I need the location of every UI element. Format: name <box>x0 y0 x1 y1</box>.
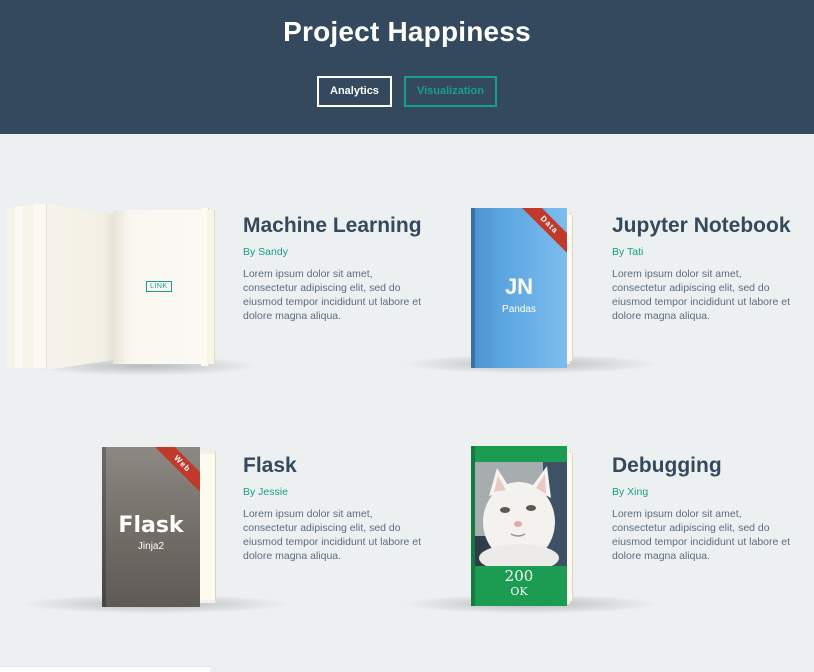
card-title[interactable]: Jupyter Notebook <box>612 214 792 238</box>
bottom-panel-edge <box>0 666 210 672</box>
project-card: Jupyter Notebook By Tati Lorem ipsum dol… <box>369 200 791 380</box>
project-card: Flask By Jessie Lorem ipsum dolor sit am… <box>0 440 421 620</box>
filter-analytics-button[interactable]: Analytics <box>317 76 392 107</box>
card-description: Lorem ipsum dolor sit amet, consectetur … <box>612 508 791 562</box>
card-info: Debugging By Xing Lorem ipsum dolor sit … <box>612 454 792 563</box>
filter-visualization-button[interactable]: Visualization <box>403 76 497 107</box>
project-card: Machine Learning By Sandy Lorem ipsum do… <box>0 200 422 380</box>
page-title: Project Happiness <box>283 16 531 47</box>
project-card: Debugging By Xing Lorem ipsum dolor sit … <box>369 440 790 620</box>
card-info: Jupyter Notebook By Tati Lorem ipsum dol… <box>612 214 792 323</box>
card-author: By Tati <box>612 246 644 258</box>
header: Project Happiness Analytics Visualizatio… <box>0 0 814 134</box>
card-title[interactable]: Debugging <box>612 454 792 478</box>
card-author: By Xing <box>612 486 649 498</box>
filter-bar: Analytics Visualization <box>0 76 814 107</box>
card-description: Lorem ipsum dolor sit amet, consectetur … <box>612 268 791 322</box>
